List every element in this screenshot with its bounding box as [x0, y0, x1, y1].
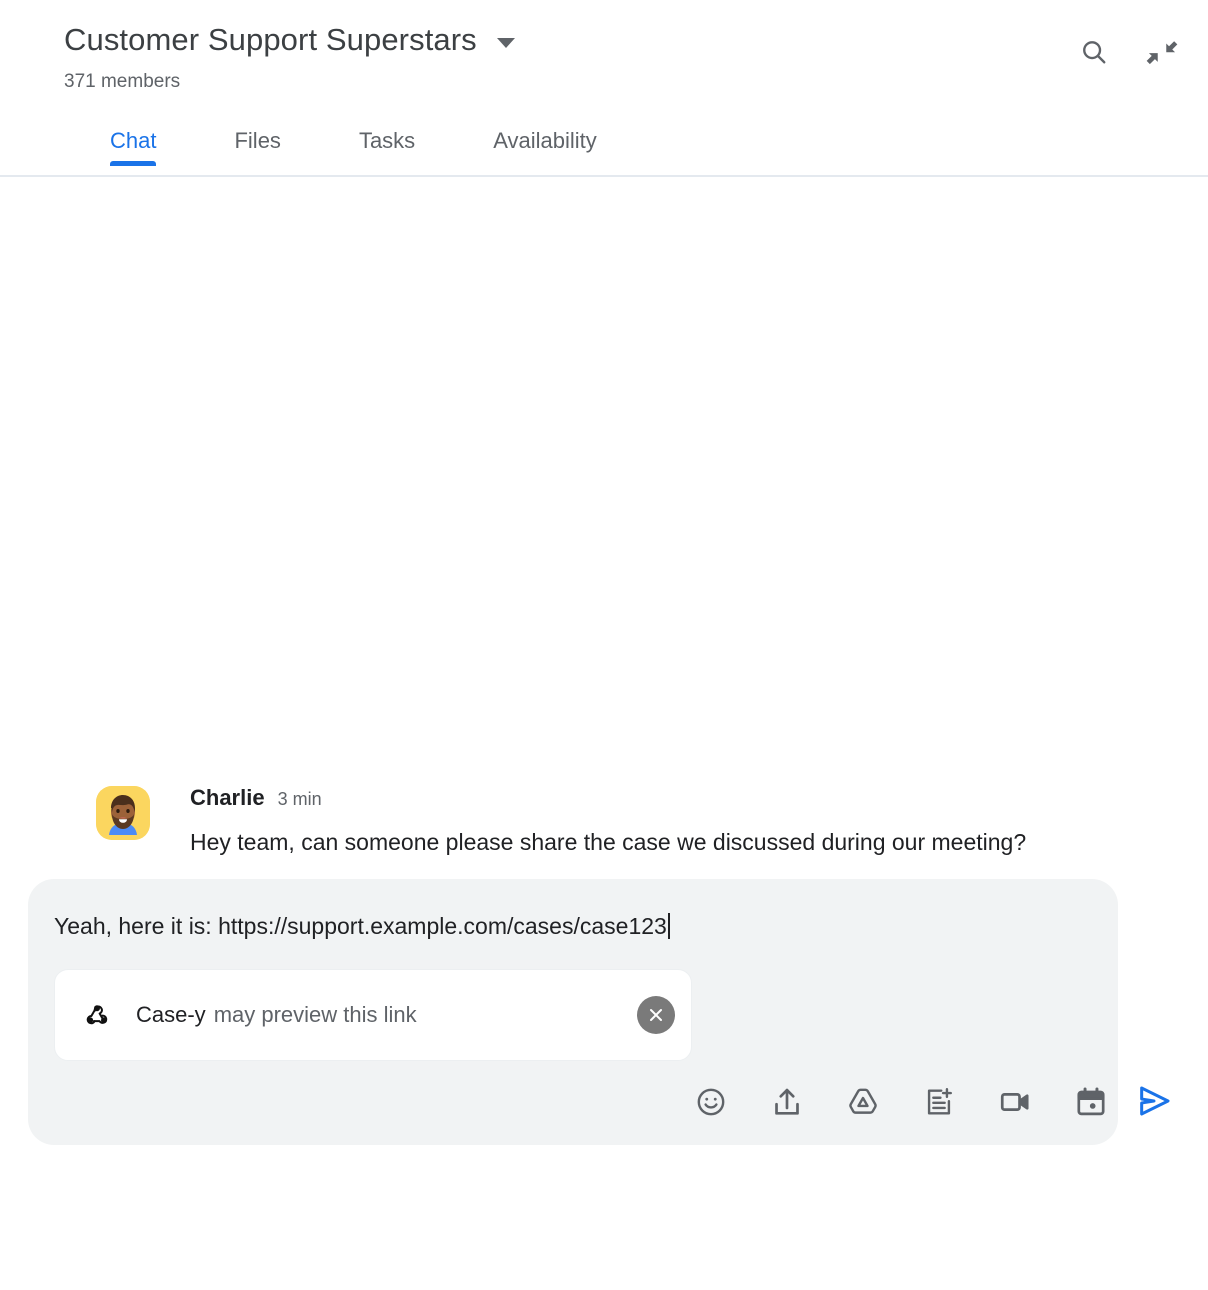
message-author: Charlie — [190, 785, 265, 810]
tab-chat[interactable]: Chat — [110, 128, 157, 166]
add-note-icon[interactable] — [920, 1083, 958, 1121]
tab-availability-label: Availability — [493, 128, 597, 153]
close-icon[interactable] — [637, 996, 675, 1034]
tab-files-label: Files — [234, 128, 281, 153]
upload-icon[interactable] — [768, 1083, 806, 1121]
tab-tasks-label: Tasks — [358, 128, 416, 153]
tab-chat-label: Chat — [110, 128, 157, 153]
title-row: Customer Support Superstars — [0, 0, 1208, 62]
message-input[interactable]: Yeah, here it is: https://support.exampl… — [28, 879, 1118, 941]
preview-app-name: Case-y — [136, 1002, 206, 1027]
header-divider — [0, 175, 1208, 177]
compose-box[interactable]: Yeah, here it is: https://support.exampl… — [28, 879, 1170, 1145]
video-icon[interactable] — [996, 1083, 1034, 1121]
chevron-down-icon[interactable] — [496, 38, 515, 48]
chat-header: Customer Support Superstars 371 members … — [0, 0, 1208, 177]
message-list: Charlie 3 min Hey team, can someone plea… — [0, 178, 1208, 870]
tab-tasks[interactable]: Tasks — [359, 128, 415, 166]
avatar[interactable] — [96, 786, 150, 840]
compose-toolbar — [28, 1061, 1118, 1145]
message-input-value: Yeah, here it is: https://support.exampl… — [54, 913, 667, 939]
message-body: Charlie 3 min Hey team, can someone plea… — [190, 784, 1148, 862]
page-title: Customer Support Superstars — [64, 22, 477, 57]
tab-files[interactable]: Files — [234, 128, 280, 166]
header-actions — [1074, 32, 1182, 72]
preview-message: may preview this link — [213, 1002, 417, 1027]
message-text: Hey team, can someone please share the c… — [190, 829, 1027, 855]
webhook-icon — [81, 999, 113, 1031]
search-icon[interactable] — [1074, 32, 1114, 72]
emoji-icon[interactable] — [692, 1083, 730, 1121]
drive-icon[interactable] — [844, 1083, 882, 1121]
text-cursor — [667, 913, 670, 939]
link-preview-card: Case-y may preview this link — [54, 969, 692, 1061]
send-icon[interactable] — [1132, 1079, 1176, 1123]
tab-bar: Chat Files Tasks Availability — [0, 116, 1208, 166]
message-timestamp: 3 min — [277, 789, 322, 809]
tab-availability[interactable]: Availability — [493, 128, 597, 166]
message-item: Charlie 3 min Hey team, can someone plea… — [96, 784, 1148, 862]
calendar-icon[interactable] — [1072, 1083, 1110, 1121]
message-header: Charlie 3 min — [190, 784, 1148, 812]
collapse-icon[interactable] — [1142, 32, 1182, 72]
member-count: 371 members — [64, 71, 181, 92]
